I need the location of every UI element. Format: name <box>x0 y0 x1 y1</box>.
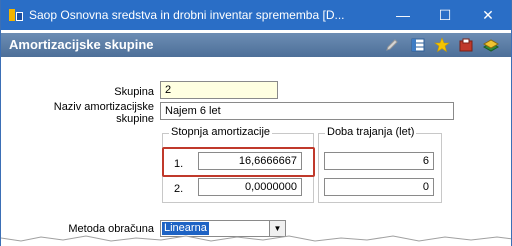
window-title: Saop Osnovna sredstva in drobni inventar… <box>29 8 345 22</box>
box-icon[interactable] <box>458 37 474 53</box>
section-title: Amortizacijske skupine <box>9 37 154 52</box>
doba-2-input[interactable]: 0 <box>324 178 434 196</box>
maximize-button[interactable]: ☐ <box>424 0 466 30</box>
highlight-box <box>162 147 315 177</box>
grid-icon[interactable] <box>410 37 426 53</box>
doba-group-title: Doba trajanja (let) <box>325 126 417 138</box>
naziv-label-line1: Naziv amortizacijske <box>53 101 154 113</box>
skupina-label: Skupina <box>114 86 154 98</box>
app-window: Saop Osnovna sredstva in drobni inventar… <box>0 0 512 246</box>
stopnja-group-title: Stopnja amortizacije <box>169 126 273 138</box>
skupina-input[interactable]: 2 <box>160 81 278 99</box>
stopnja-2-input[interactable]: 0,0000000 <box>198 178 302 196</box>
naziv-label-line2: skupine <box>116 113 154 125</box>
minimize-button[interactable]: — <box>382 0 424 30</box>
section-header: Amortizacijske skupine <box>1 33 511 57</box>
row-2-number: 2. <box>174 183 184 195</box>
torn-edge <box>1 235 511 246</box>
book-icon[interactable] <box>483 37 499 53</box>
title-bar[interactable]: Saop Osnovna sredstva in drobni inventar… <box>1 0 511 30</box>
star-icon[interactable] <box>434 37 450 53</box>
app-icon <box>9 8 23 22</box>
pencil-icon[interactable] <box>384 37 400 53</box>
close-button[interactable]: ✕ <box>467 0 509 30</box>
doba-1-input[interactable]: 6 <box>324 152 434 170</box>
naziv-input[interactable]: Najem 6 let <box>160 102 454 120</box>
